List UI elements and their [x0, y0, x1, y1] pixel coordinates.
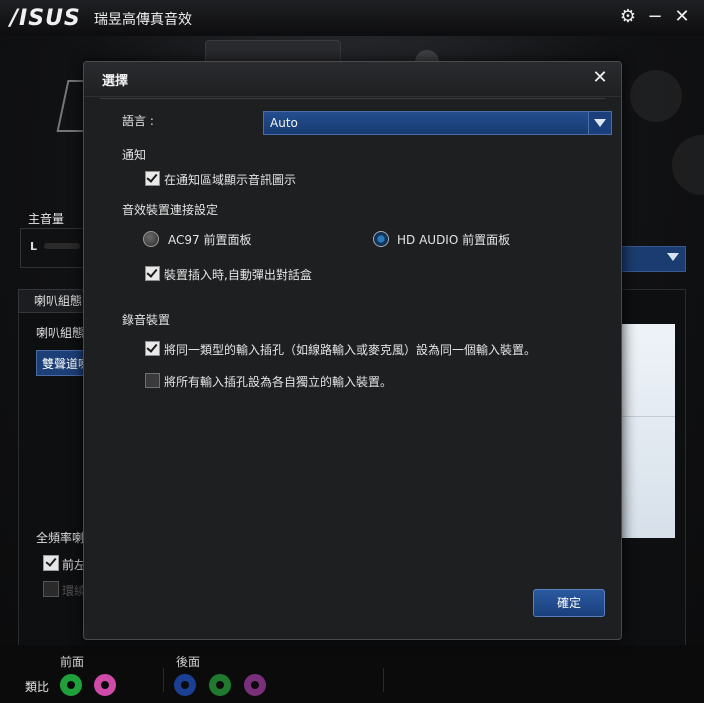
app-title: 瑞昱高傳真音效 [94, 12, 192, 28]
tray-icon-checkbox[interactable] [145, 171, 160, 186]
hd-audio-radio[interactable] [373, 231, 389, 247]
gear-icon[interactable]: ⚙ [617, 6, 639, 28]
close-icon[interactable]: ✕ [671, 6, 693, 28]
close-icon[interactable]: ✕ [590, 68, 610, 88]
tray-icon-label: 在通知區域顯示音訊圖示 [164, 173, 297, 187]
surround-checkbox[interactable] [43, 581, 59, 597]
ac97-radio-label: AC97 前置面板 [168, 233, 252, 247]
auto-popup-label: 裝置插入時,自動彈出對話盒 [164, 268, 312, 282]
dialog-title: 選擇 [102, 74, 129, 89]
jack-divider [383, 668, 384, 692]
separate-inputs-label: 將所有輸入插孔設為各自獨立的輸入裝置。 [164, 375, 393, 389]
tab-speaker-config-label: 喇叭組態 [34, 294, 83, 308]
speaker-graphic [621, 324, 675, 538]
dialog-divider [100, 98, 605, 99]
dialog-titlebar [84, 62, 621, 97]
language-label: 語言 : [122, 114, 154, 128]
fullrange-speaker-label: 全頻率喇 [36, 531, 85, 545]
front-pink-jack[interactable] [94, 674, 116, 696]
front-panel-label: 前面 [60, 655, 85, 669]
ok-button[interactable]: 確定 [533, 589, 605, 617]
chevron-down-icon [588, 112, 611, 134]
separate-inputs-checkbox[interactable] [145, 373, 160, 388]
language-select[interactable]: Auto [263, 111, 612, 135]
notify-section-label: 通知 [122, 148, 147, 162]
speaker-config-label: 喇叭組態 [36, 326, 85, 340]
master-volume-label: 主音量 [28, 212, 65, 226]
rear-blue-jack[interactable] [174, 674, 196, 696]
hd-audio-radio-label: HD AUDIO 前置面板 [397, 233, 511, 247]
rear-panel-label: 後面 [176, 655, 201, 669]
jack-divider [163, 668, 164, 692]
recording-section-label: 錄音裝置 [122, 313, 171, 327]
auto-popup-checkbox[interactable] [145, 266, 160, 281]
rear-green-jack[interactable] [209, 674, 231, 696]
analog-label: 類比 [25, 680, 50, 694]
rear-purple-jack[interactable] [244, 674, 266, 696]
app-titlebar: /ISUS 瑞昱高傳真音效 ⚙ − ✕ [0, 0, 704, 36]
volume-left-channel-label: L [30, 240, 38, 253]
asus-logo: /ISUS [10, 6, 81, 31]
speaker-graphic-divider [621, 416, 675, 417]
options-dialog: 選擇 ✕ 語言 : Auto 通知 在通知區域顯示音訊圖示 音效裝置連接設定 A… [83, 61, 622, 640]
chevron-down-icon [667, 253, 679, 261]
ac97-radio[interactable] [143, 231, 159, 247]
front-green-jack[interactable] [60, 674, 82, 696]
device-dropdown[interactable] [620, 246, 686, 272]
language-select-value: Auto [270, 116, 298, 130]
minimize-icon[interactable]: − [644, 6, 666, 28]
volume-slider[interactable] [44, 243, 80, 249]
decorative-circle [630, 70, 682, 122]
same-type-input-label: 將同一類型的輸入插孔（如線路輸入或麥克風）設為同一個輸入裝置。 [164, 343, 537, 357]
connection-section-label: 音效裝置連接設定 [122, 203, 219, 217]
same-type-input-checkbox[interactable] [145, 341, 160, 356]
front-lr-checkbox[interactable] [43, 555, 59, 571]
